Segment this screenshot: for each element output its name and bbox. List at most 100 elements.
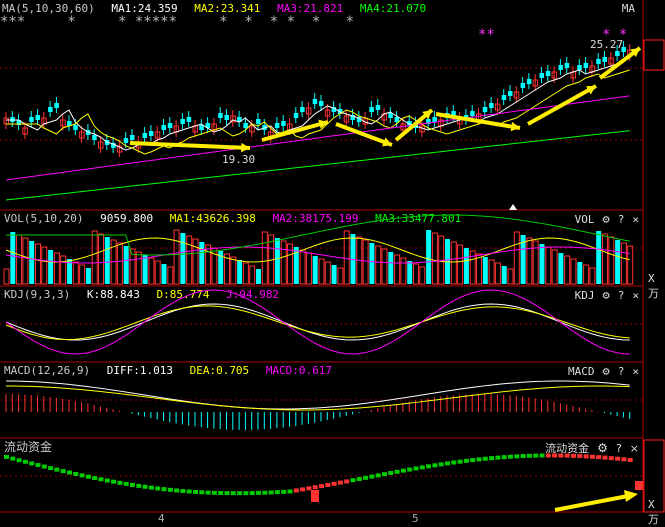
flow-bar xyxy=(262,490,268,495)
volume-bar xyxy=(482,257,488,284)
cursor-marker xyxy=(509,204,517,210)
flow-bar xyxy=(489,456,495,461)
candle-body xyxy=(432,117,437,122)
volume-bar xyxy=(167,266,174,285)
volume-bar xyxy=(431,232,438,285)
flow-bar xyxy=(22,459,28,464)
candle-body xyxy=(583,63,589,68)
volume-bar xyxy=(16,234,23,285)
volume-bar xyxy=(10,232,16,284)
flow-bar xyxy=(470,458,476,463)
flow-bar xyxy=(407,467,413,472)
candle-body xyxy=(470,111,475,116)
flow-bar xyxy=(331,481,337,486)
volume-bar xyxy=(116,242,123,285)
candle-body xyxy=(54,103,59,108)
flow-indicator-box xyxy=(643,439,665,513)
flow-bar xyxy=(60,469,66,474)
flow-bar xyxy=(363,475,369,480)
volume-bar xyxy=(589,267,596,285)
flow-bar xyxy=(85,474,91,479)
candle-body xyxy=(29,117,34,122)
volume-bar xyxy=(388,252,394,284)
flow-bar xyxy=(73,471,79,476)
volume-bar xyxy=(48,250,54,284)
volume-bar xyxy=(407,261,413,284)
flow-bar xyxy=(256,490,261,495)
flow-bar xyxy=(608,456,614,461)
flow-bar xyxy=(577,454,583,459)
flow-bar xyxy=(117,480,123,485)
volume-bar xyxy=(123,246,129,284)
volume-bar xyxy=(173,229,180,285)
flow-bar xyxy=(564,453,570,458)
flow-bar xyxy=(508,454,513,459)
ma4-line xyxy=(5,130,630,201)
flow-bar xyxy=(337,480,343,485)
volume-bar xyxy=(230,256,237,285)
volume-bar xyxy=(148,257,155,285)
candle-body xyxy=(186,117,192,122)
flow-bar xyxy=(457,459,463,464)
volume-bar xyxy=(318,258,325,285)
flow-bar xyxy=(602,455,608,460)
flow-bar xyxy=(552,453,558,458)
flow-bar xyxy=(445,461,450,466)
flow-bar xyxy=(356,477,362,482)
candle-body xyxy=(615,51,620,56)
flow-bar xyxy=(306,486,312,491)
volume-bar xyxy=(608,236,615,285)
trend-arrow xyxy=(527,84,597,126)
volume-bar xyxy=(513,231,520,285)
flow-arrowhead xyxy=(624,490,638,502)
flow-bar xyxy=(344,479,350,484)
candle-body xyxy=(142,133,148,138)
candle-body xyxy=(123,138,129,143)
flow-bar xyxy=(180,488,186,493)
flow-bar xyxy=(482,456,488,461)
candle-body xyxy=(243,123,248,128)
flow-bar xyxy=(111,479,117,484)
flow-bar xyxy=(451,460,457,465)
flow-bar xyxy=(29,461,35,466)
flow-bar xyxy=(438,462,444,467)
volume-bar xyxy=(3,268,10,285)
flow-bar xyxy=(382,472,387,477)
volume-bar xyxy=(526,237,533,285)
volume-bar xyxy=(551,249,558,285)
flow-bar xyxy=(142,484,148,489)
macd-diff-line xyxy=(5,380,630,410)
flow-bar xyxy=(48,466,54,471)
candle-body xyxy=(35,115,40,120)
volume-bar xyxy=(29,241,35,284)
volume-bar xyxy=(570,258,577,285)
flow-bar xyxy=(186,489,192,494)
candle-body xyxy=(539,73,544,78)
flow-bar xyxy=(205,490,211,495)
volume-bar xyxy=(463,248,469,284)
kline-chart-canvas[interactable] xyxy=(0,0,665,524)
volume-bar xyxy=(564,255,571,285)
volume-bar xyxy=(362,239,369,285)
volume-bar xyxy=(494,262,501,285)
candle-body xyxy=(224,115,229,120)
candle-body xyxy=(148,131,154,136)
flow-bar xyxy=(312,485,318,490)
flow-bar xyxy=(41,464,47,469)
candle-body xyxy=(73,125,78,130)
candle-body xyxy=(218,113,223,118)
flow-bar xyxy=(161,487,167,492)
candle-body xyxy=(501,95,507,100)
vol-ma3-line xyxy=(6,214,630,256)
volume-bar xyxy=(413,263,419,285)
candle-body xyxy=(92,135,97,140)
candle-body xyxy=(545,71,551,76)
price-indicator-box xyxy=(643,39,665,71)
flow-bar xyxy=(136,483,142,488)
candle-body xyxy=(564,63,570,68)
volume-bar xyxy=(394,254,401,285)
volume-bar xyxy=(305,252,312,285)
volume-bar xyxy=(186,235,193,285)
flow-bar xyxy=(426,464,432,469)
candle-body xyxy=(274,123,280,128)
